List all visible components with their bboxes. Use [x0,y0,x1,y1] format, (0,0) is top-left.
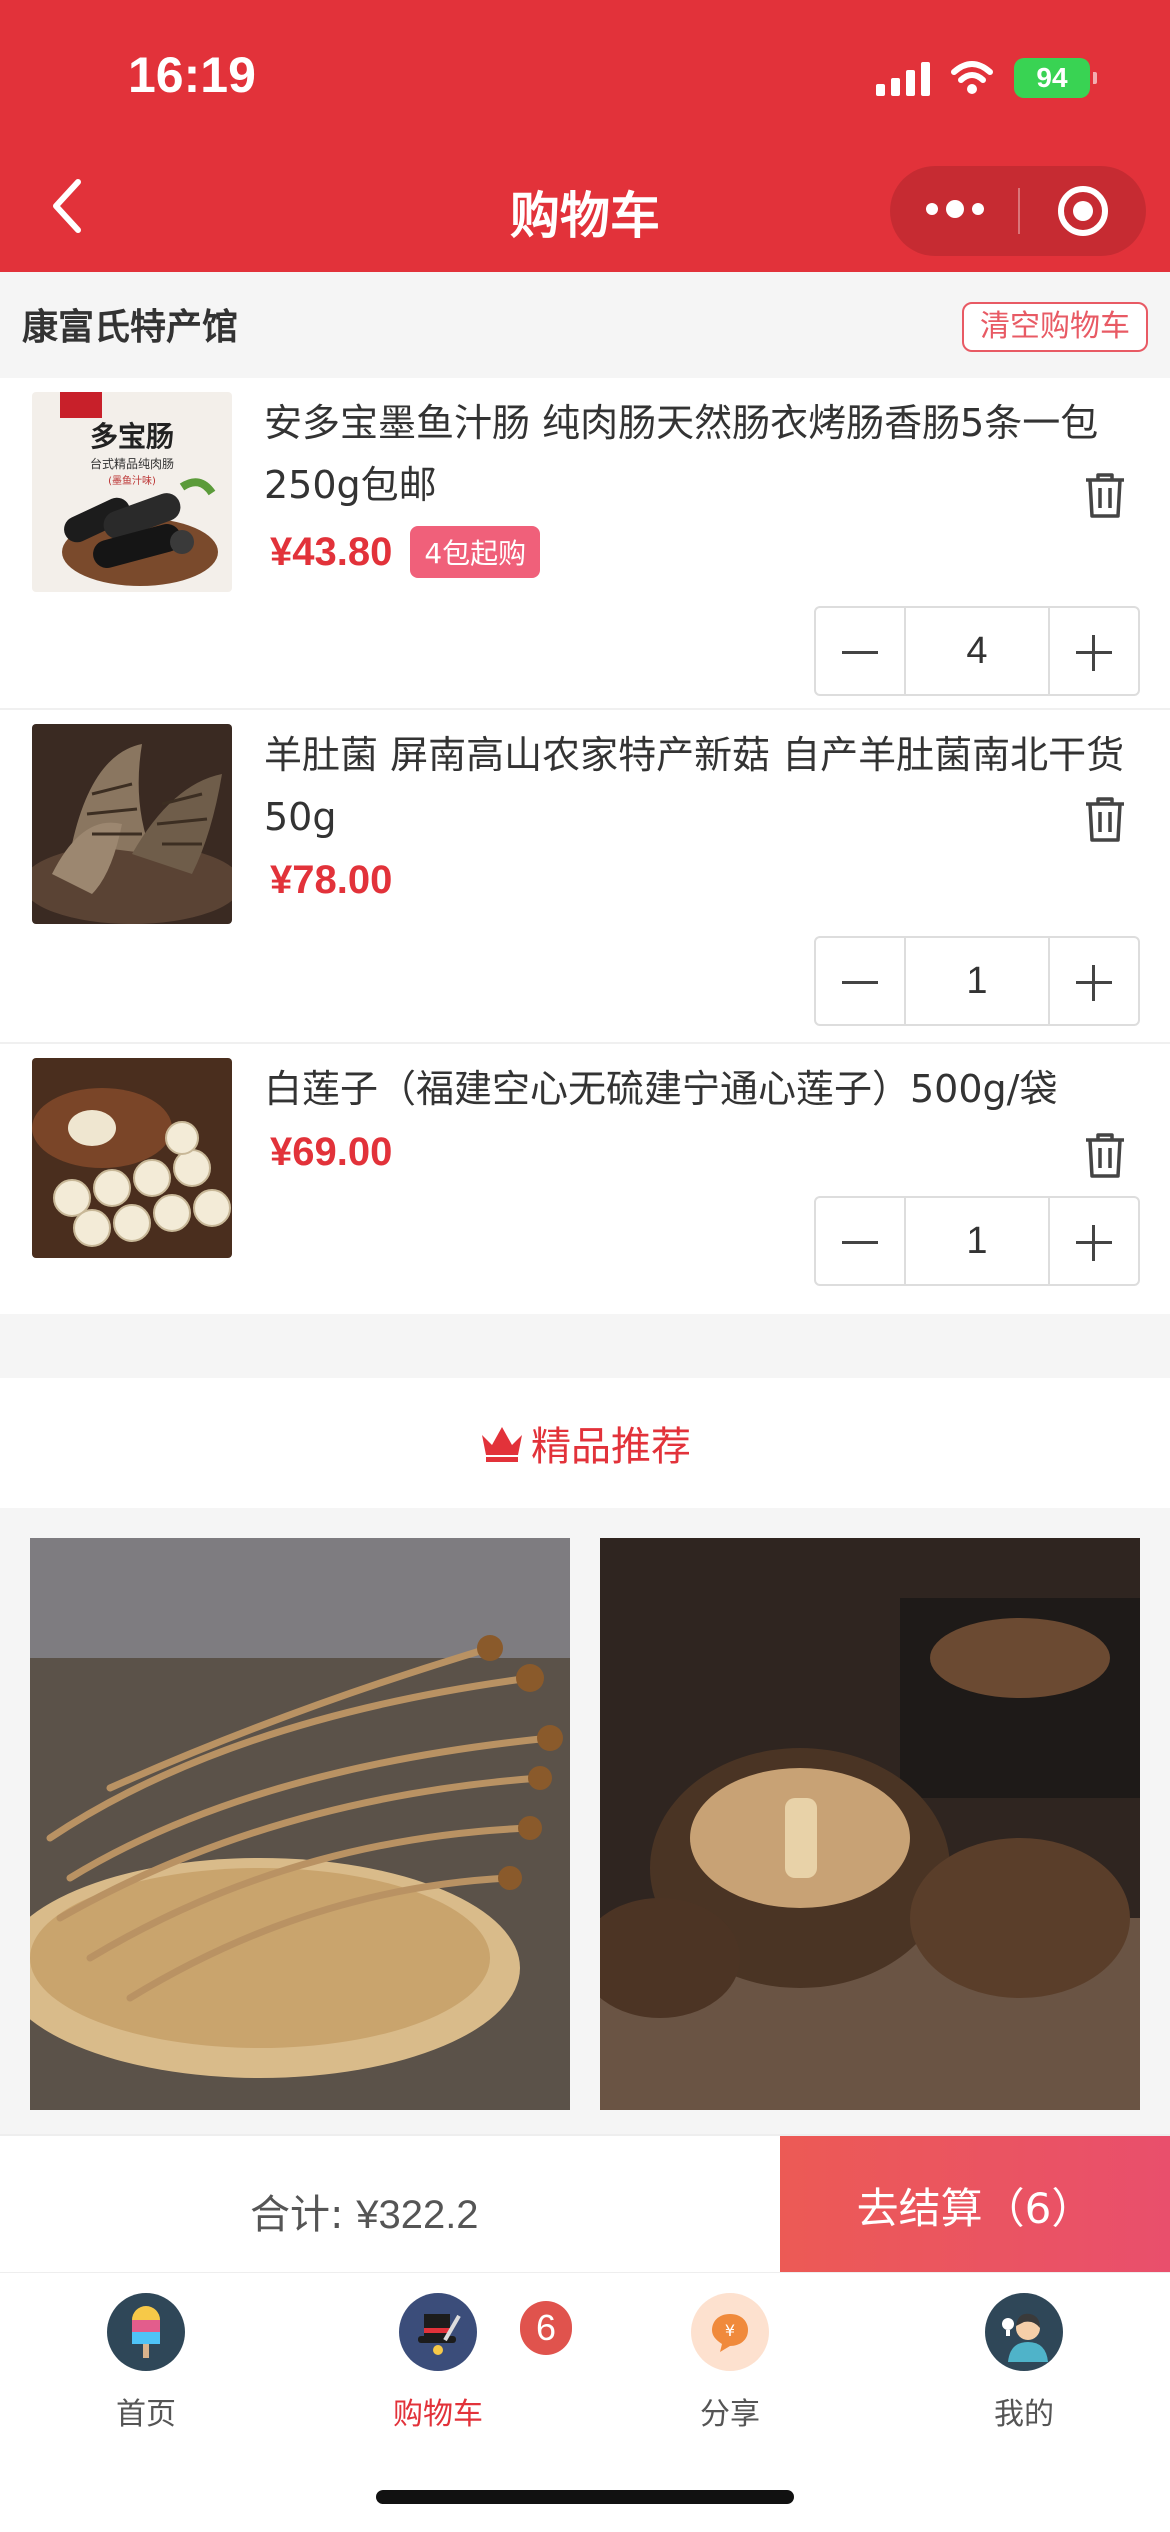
quantity-stepper: 1 [814,1196,1140,1286]
cart-item: 羊肚菌 屏南高山农家特产新菇 自产羊肚菌南北干货50g ¥78.00 1 [0,710,1170,1044]
recommend-header: 精品推荐 [0,1378,1170,1508]
status-icons: 94 [876,56,1097,100]
decrease-button[interactable] [816,938,904,1024]
tab-label: 我的 [994,2397,1054,2432]
price-line: ¥69.00 [270,1130,392,1175]
product-image [30,1538,570,2110]
tab-cart[interactable]: 购物车 [358,2293,518,2433]
product-brand-text: 多宝肠 [90,420,174,453]
trash-icon[interactable] [1082,1130,1128,1180]
total-amount: ¥322.2 [356,2193,479,2237]
cart-list: 多宝肠 台式精品纯肉肠 (墨鱼汁味) 安多宝墨鱼汁肠 纯肉肠天然肠衣烤肠香肠5条… [0,378,1170,1314]
recommend-card[interactable] [30,1538,570,2110]
quantity-value[interactable]: 1 [904,1198,1050,1284]
tab-profile[interactable]: 我的 [944,2293,1104,2433]
recommend-card[interactable] [600,1538,1140,2110]
price-line: ¥43.80 4包起购 [270,526,541,578]
product-image[interactable] [32,1058,232,1258]
battery-level: 94 [1036,62,1068,93]
quantity-value[interactable]: 1 [904,938,1050,1024]
trash-icon[interactable] [1082,470,1128,520]
decrease-button[interactable] [816,1198,904,1284]
product-image [600,1538,1140,2110]
cart-count-badge: 6 [520,2301,572,2355]
more-options-icon[interactable] [926,200,984,218]
home-popsicle-icon [107,2293,185,2371]
crown-icon [482,1427,522,1462]
increase-button[interactable] [1050,938,1138,1024]
wifi-icon [951,61,993,94]
recommend-title: 精品推荐 [531,1424,691,1470]
product-name[interactable]: 安多宝墨鱼汁肠 纯肉肠天然肠衣烤肠香肠5条一包250g包邮 [264,392,1144,516]
mini-program-capsule [890,166,1146,256]
status-time: 16:19 [128,47,256,103]
close-target-icon[interactable] [1058,186,1108,236]
tab-share[interactable]: ¥ 分享 [650,2293,810,2433]
profile-avatar-icon [985,2293,1063,2371]
share-coin-icon: ¥ [691,2293,769,2371]
quantity-stepper: 1 [814,936,1140,1026]
tab-label: 分享 [700,2397,760,2432]
tab-label: 购物车 [393,2397,483,2432]
product-name[interactable]: 白莲子（福建空心无硫建宁通心莲子）500g/袋 [264,1058,1144,1120]
top-bar: 16:19 94 购物车 [0,0,1170,272]
product-price: ¥43.80 [270,529,393,574]
tab-label: 首页 [116,2397,176,2432]
tab-home[interactable]: 首页 [66,2293,226,2433]
recommend-grid [0,1508,1170,2140]
increase-button[interactable] [1050,608,1138,694]
price-line: ¥78.00 [270,858,392,903]
battery-icon: 94 [1014,58,1097,98]
product-sub-text: 台式精品纯肉肠 [90,456,174,471]
decrease-button[interactable] [816,608,904,694]
total-price: 合计: ¥322.2 [250,2182,479,2240]
cart-item: 多宝肠 台式精品纯肉肠 (墨鱼汁味) 安多宝墨鱼汁肠 纯肉肠天然肠衣烤肠香肠5条… [0,378,1170,710]
cart-magic-hat-icon [399,2293,477,2371]
increase-button[interactable] [1050,1198,1138,1284]
min-purchase-badge: 4包起购 [410,526,541,578]
quantity-value[interactable]: 4 [904,608,1050,694]
product-name[interactable]: 羊肚菌 屏南高山农家特产新菇 自产羊肚菌南北干货50g [264,724,1144,848]
product-price: ¥69.00 [270,1130,393,1174]
product-price: ¥78.00 [270,858,393,902]
trash-icon[interactable] [1082,794,1128,844]
quantity-stepper: 4 [814,606,1140,696]
cart-item: 白莲子（福建空心无硫建宁通心莲子）500g/袋 ¥69.00 1 [0,1044,1170,1314]
svg-text:¥: ¥ [725,2321,735,2340]
store-name: 康富氏特产馆 [22,307,239,348]
capsule-divider [1018,188,1020,234]
product-image[interactable]: 多宝肠 台式精品纯肉肠 (墨鱼汁味) [32,392,232,592]
checkout-bar: 合计: ¥322.2 去结算（6） [0,2134,1170,2274]
checkout-button[interactable]: 去结算（6） [780,2136,1170,2274]
product-image[interactable] [32,724,232,924]
clear-cart-button[interactable]: 清空购物车 [962,302,1148,352]
store-header: 康富氏特产馆 清空购物车 [0,272,1170,378]
total-label: 合计: [250,2192,344,2238]
home-indicator [376,2490,794,2504]
product-flavor-text: (墨鱼汁味) [108,474,156,487]
cellular-signal-icon [876,60,930,96]
